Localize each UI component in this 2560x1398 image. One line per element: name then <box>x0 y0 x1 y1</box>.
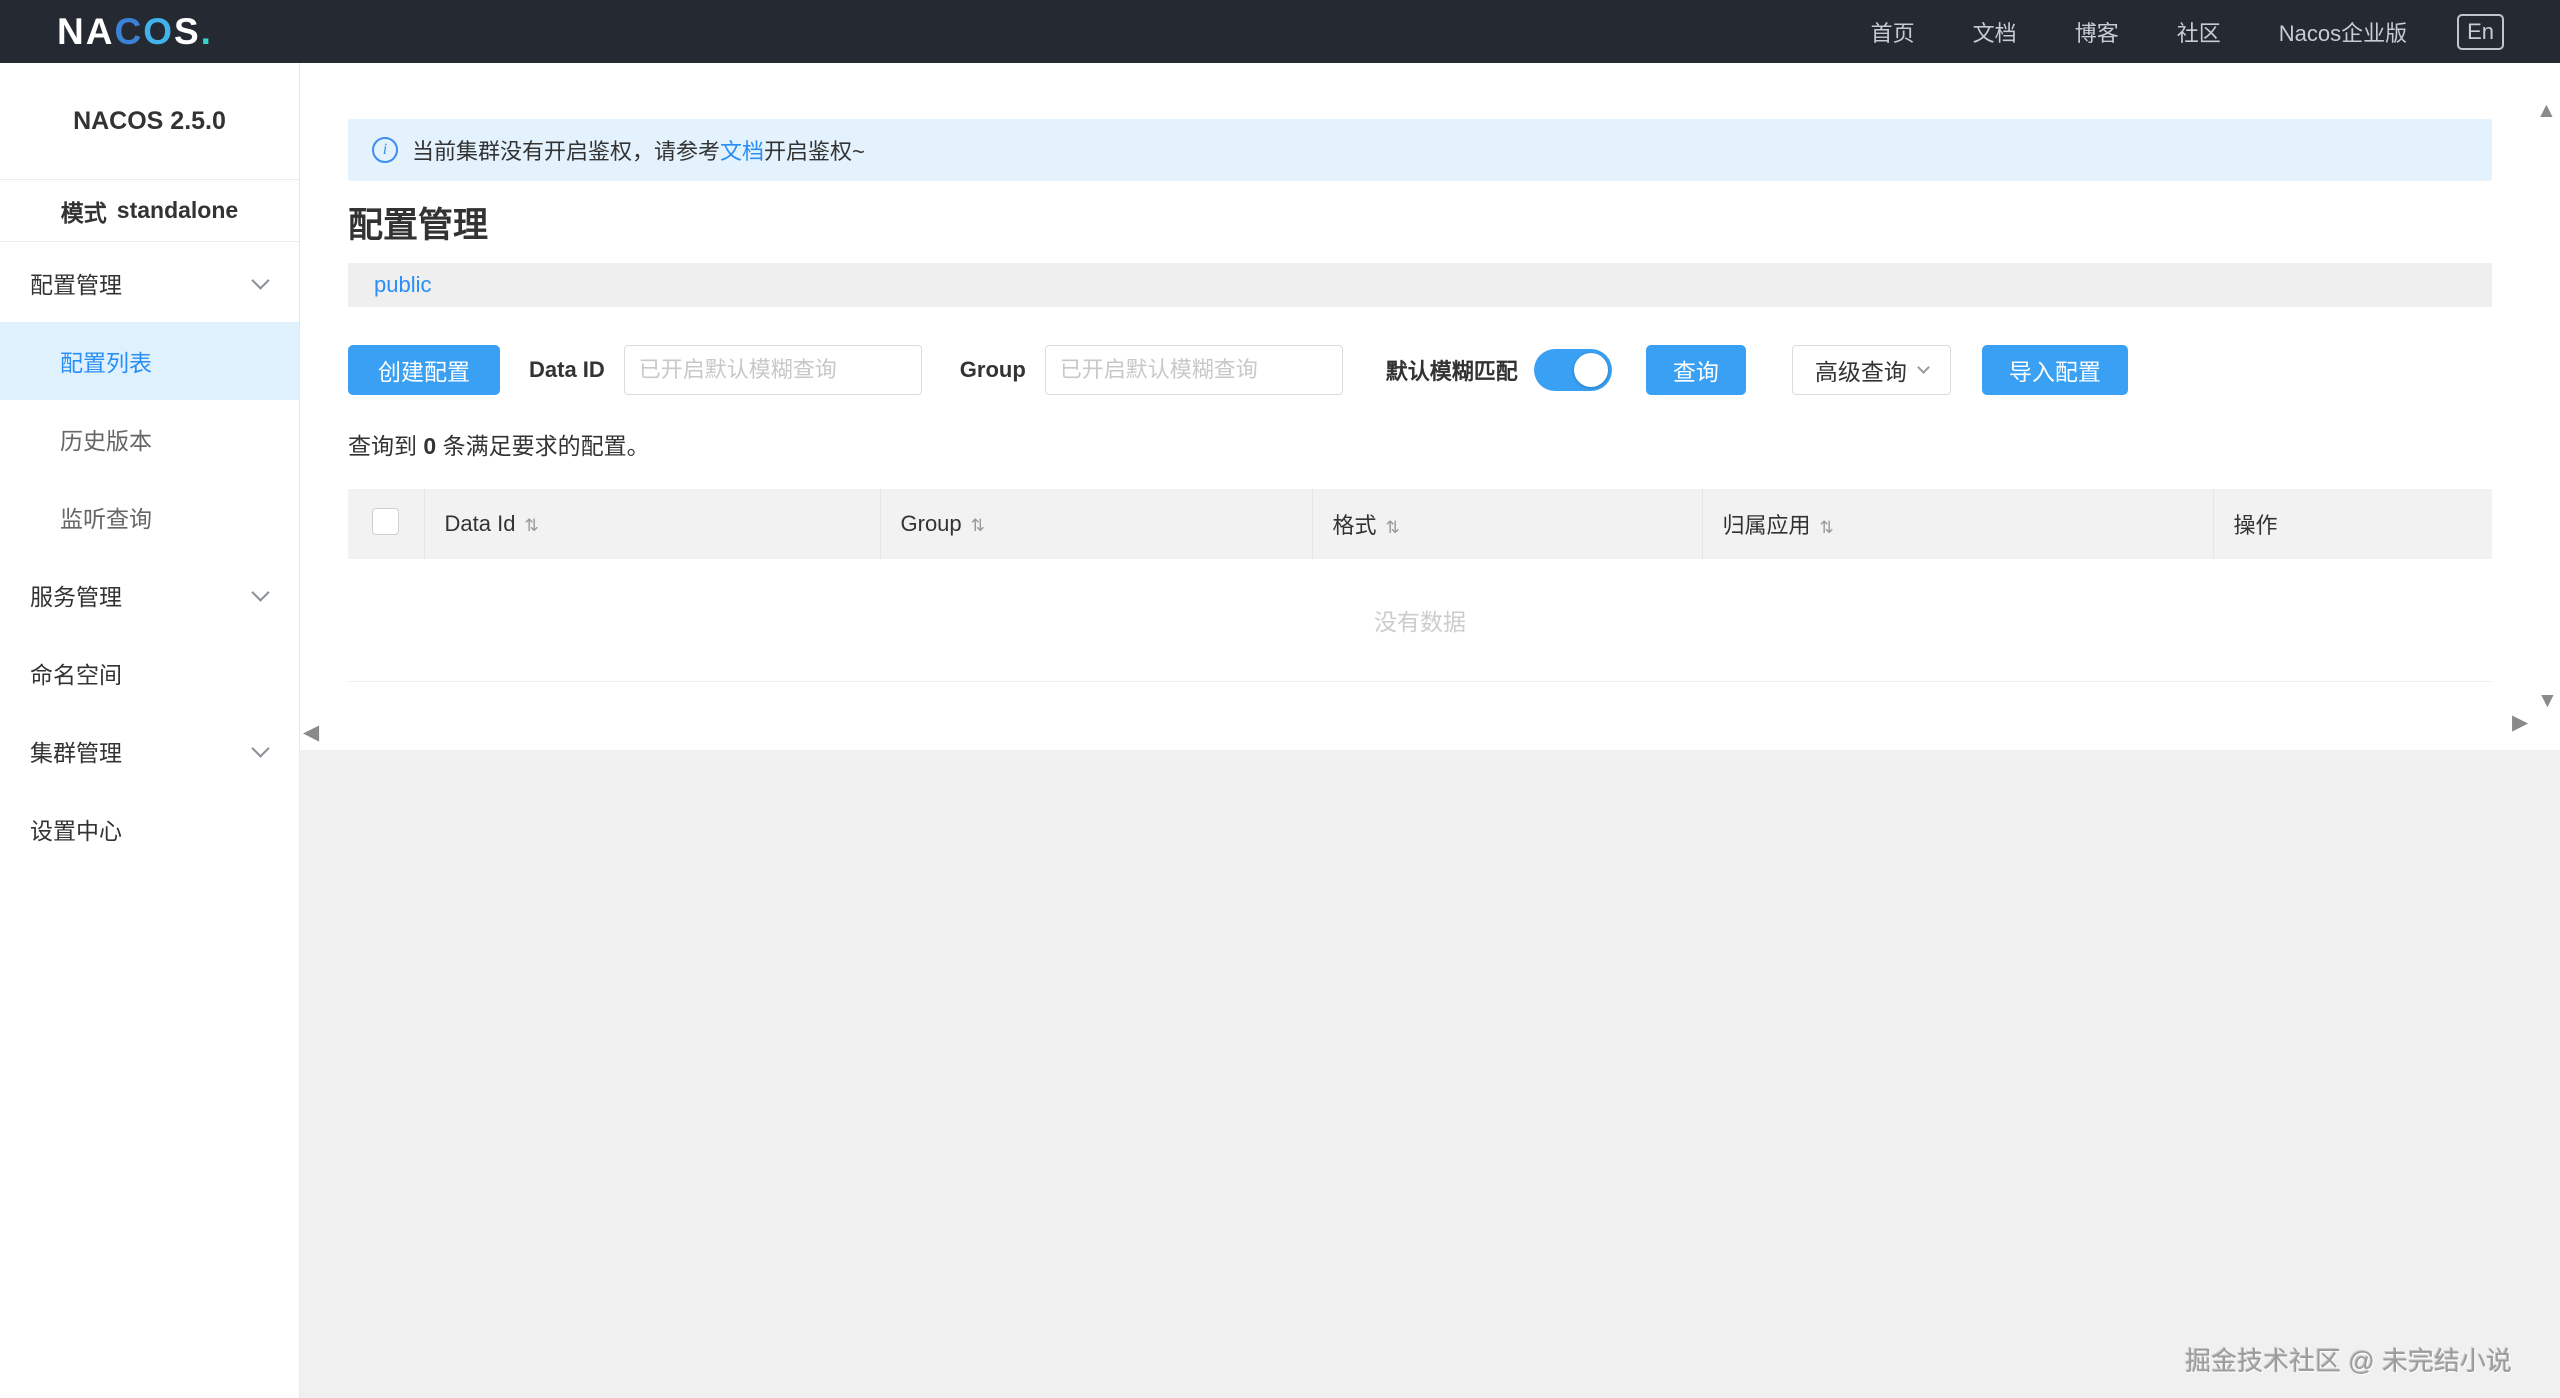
logo-text-na: NA <box>57 11 114 52</box>
scroll-right-arrow-icon[interactable]: ▶ <box>2512 712 2528 733</box>
mode-label: 模式 <box>61 194 107 228</box>
advanced-query-dropdown[interactable]: 高级查询 <box>1792 345 1951 395</box>
banner-text-after: 开启鉴权~ <box>764 134 865 166</box>
sort-icon[interactable]: ⇅ <box>524 516 538 535</box>
fuzzy-match-label: 默认模糊匹配 <box>1386 354 1518 386</box>
main-area: i 当前集群没有开启鉴权，请参考文档开启鉴权~ 配置管理 public 创建配置… <box>300 63 2560 1398</box>
sort-icon[interactable]: ⇅ <box>1820 518 1834 537</box>
column-label: 归属应用 <box>1723 513 1811 538</box>
menu-label: 配置管理 <box>30 266 122 300</box>
nacos-logo[interactable]: NACOS. <box>57 11 213 53</box>
chevron-down-icon <box>1917 361 1930 374</box>
select-all-cell <box>348 489 424 559</box>
sidebar-item-settings-center[interactable]: 设置中心 <box>0 790 299 868</box>
logo-text-o: O <box>143 11 174 52</box>
page-title: 配置管理 <box>348 197 2492 248</box>
config-table: Data Id ⇅ Group ⇅ 格式 ⇅ 归属应用 ⇅ <box>348 489 2492 682</box>
sidebar-item-config-list[interactable]: 配置列表 <box>0 322 299 400</box>
column-header-operation: 操作 <box>2213 489 2492 559</box>
menu-label: 设置中心 <box>30 812 122 846</box>
chevron-down-icon <box>251 739 269 757</box>
result-suffix: 条满足要求的配置。 <box>436 433 649 459</box>
dataid-input[interactable] <box>624 345 922 395</box>
sidebar-item-config-management[interactable]: 配置管理 <box>0 244 299 322</box>
sidebar: NACOS 2.5.0 模式 standalone 配置管理 配置列表 历史版本… <box>0 63 300 1398</box>
column-header-format[interactable]: 格式 ⇅ <box>1312 489 1702 559</box>
result-count-line: 查询到 0 条满足要求的配置。 <box>348 427 2492 461</box>
menu-label: 历史版本 <box>60 422 152 456</box>
create-config-button[interactable]: 创建配置 <box>348 345 500 395</box>
namespace-tab-public[interactable]: public <box>348 272 457 298</box>
result-count: 0 <box>423 433 436 459</box>
nav-enterprise[interactable]: Nacos企业版 <box>2279 16 2407 48</box>
sidebar-item-namespace[interactable]: 命名空间 <box>0 634 299 712</box>
sort-icon[interactable]: ⇅ <box>1386 518 1400 537</box>
scroll-up-arrow-icon[interactable]: ▲ <box>2536 100 2557 121</box>
nav-blog[interactable]: 博客 <box>2075 16 2119 48</box>
logo-text-s: S <box>174 11 201 52</box>
sidebar-item-history-versions[interactable]: 历史版本 <box>0 400 299 478</box>
menu-label: 配置列表 <box>60 344 152 378</box>
sidebar-item-service-management[interactable]: 服务管理 <box>0 556 299 634</box>
column-label: Group <box>901 511 962 536</box>
nacos-console: NACOS. 首页 文档 博客 社区 Nacos企业版 En NACOS 2.5… <box>0 0 2560 1398</box>
nav-community[interactable]: 社区 <box>2177 16 2221 48</box>
namespace-tab-bar: public <box>348 263 2492 307</box>
language-toggle-button[interactable]: En <box>2457 14 2504 50</box>
logo-text-dot: . <box>201 11 213 52</box>
auth-warning-banner: i 当前集群没有开启鉴权，请参考文档开启鉴权~ <box>348 119 2492 181</box>
scroll-down-arrow-icon[interactable]: ▼ <box>2537 690 2558 711</box>
empty-state-text: 没有数据 <box>348 559 2492 681</box>
page-background-area: 掘金技术社区 @ 未完结小说 <box>300 750 2560 1398</box>
search-button[interactable]: 查询 <box>1646 345 1746 395</box>
column-header-application[interactable]: 归属应用 ⇅ <box>1702 489 2213 559</box>
top-nav: 首页 文档 博客 社区 Nacos企业版 <box>1871 16 2407 48</box>
banner-docs-link[interactable]: 文档 <box>720 134 764 166</box>
sort-icon[interactable]: ⇅ <box>971 516 985 535</box>
chevron-down-icon <box>251 271 269 289</box>
group-label: Group <box>960 357 1026 383</box>
sidebar-item-listener-query[interactable]: 监听查询 <box>0 478 299 556</box>
top-header: NACOS. 首页 文档 博客 社区 Nacos企业版 En <box>0 0 2560 63</box>
column-label: Data Id <box>445 511 516 536</box>
menu-label: 服务管理 <box>30 578 122 612</box>
watermark-text: 掘金技术社区 @ 未完结小说 <box>2185 1341 2512 1378</box>
dataid-label: Data ID <box>529 357 605 383</box>
nav-home[interactable]: 首页 <box>1871 16 1915 48</box>
toggle-knob <box>1574 353 1608 387</box>
table-header-row: Data Id ⇅ Group ⇅ 格式 ⇅ 归属应用 ⇅ <box>348 489 2492 559</box>
column-header-dataid[interactable]: Data Id ⇅ <box>424 489 880 559</box>
import-config-button[interactable]: 导入配置 <box>1982 345 2128 395</box>
menu-label: 集群管理 <box>30 734 122 768</box>
sidebar-item-cluster-management[interactable]: 集群管理 <box>0 712 299 790</box>
sidebar-menu: 配置管理 配置列表 历史版本 监听查询 服务管理 命名空间 <box>0 242 299 868</box>
sidebar-mode: 模式 standalone <box>0 180 299 242</box>
mode-value: standalone <box>117 197 238 224</box>
group-input[interactable] <box>1045 345 1343 395</box>
logo-text-c: C <box>114 11 143 52</box>
column-label: 操作 <box>2234 513 2278 538</box>
banner-text-before: 当前集群没有开启鉴权，请参考 <box>412 134 720 166</box>
sidebar-version: NACOS 2.5.0 <box>0 63 299 180</box>
menu-label: 监听查询 <box>60 500 152 534</box>
column-header-group[interactable]: Group ⇅ <box>880 489 1312 559</box>
info-icon: i <box>372 137 398 163</box>
menu-label: 命名空间 <box>30 656 122 690</box>
config-management-page: i 当前集群没有开启鉴权，请参考文档开启鉴权~ 配置管理 public 创建配置… <box>300 63 2560 750</box>
column-label: 格式 <box>1333 513 1377 538</box>
nav-docs[interactable]: 文档 <box>1973 16 2017 48</box>
advanced-query-label: 高级查询 <box>1815 353 1907 387</box>
chevron-down-icon <box>251 583 269 601</box>
query-toolbar: 创建配置 Data ID Group 默认模糊匹配 查询 高级查询 导入配置 <box>348 345 2492 395</box>
empty-row: 没有数据 <box>348 559 2492 681</box>
fuzzy-match-toggle[interactable] <box>1534 349 1612 391</box>
scroll-left-arrow-icon[interactable]: ◀ <box>303 722 319 743</box>
select-all-checkbox[interactable] <box>372 508 399 535</box>
result-prefix: 查询到 <box>348 433 423 459</box>
